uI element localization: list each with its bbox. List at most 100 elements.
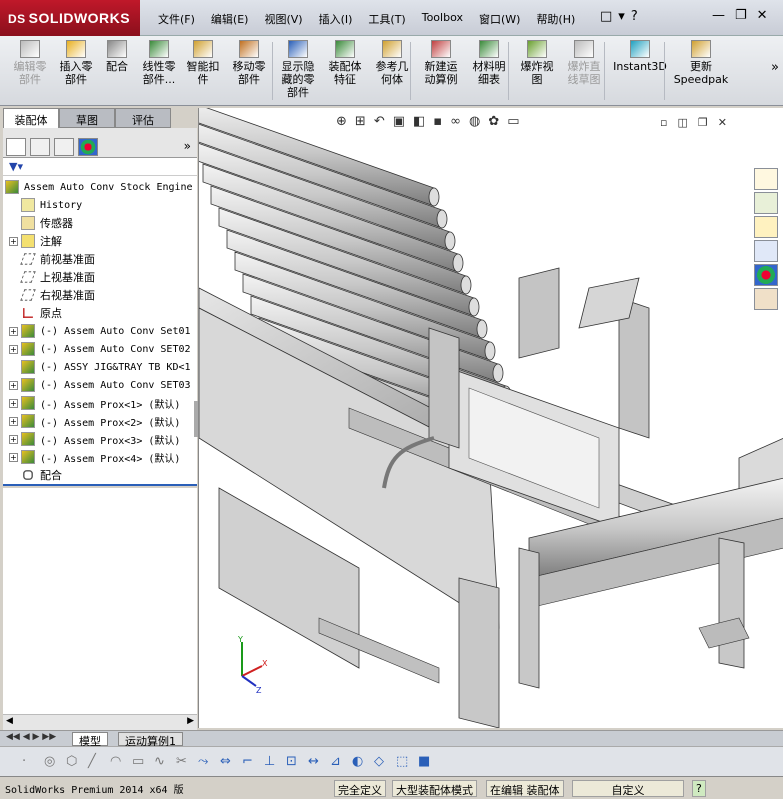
left-panel-scrollbar[interactable]: ◀ ▶ <box>3 714 197 730</box>
ribbon-button-4[interactable]: 智能扣 件 <box>182 40 224 86</box>
expand-toggle-icon[interactable]: + <box>9 380 18 390</box>
ribbon-button-9[interactable]: 新建运 动算例 <box>418 40 464 86</box>
tree-item[interactable]: + (-) Assem Prox<2> (默认) <box>9 412 180 430</box>
display-icon[interactable]: ◐ <box>352 754 368 770</box>
filter-icon[interactable]: ▼▾ <box>9 160 23 173</box>
display-style-icon[interactable]: ▪ <box>433 114 442 129</box>
custom-properties-icon[interactable] <box>754 288 778 310</box>
ribbon-button-14[interactable]: 更新 Speedpak <box>672 40 730 86</box>
design-library-icon[interactable] <box>754 192 778 214</box>
viewport-restore-icon[interactable]: ❐ <box>698 116 708 129</box>
line-icon[interactable]: ╱ <box>88 754 104 770</box>
solidworks-logo[interactable]: DS SOLIDWORKS <box>0 0 140 36</box>
point-icon[interactable]: · <box>22 754 38 770</box>
tree-item[interactable]: 右视基准面 <box>9 286 95 304</box>
ribbon-button-8[interactable]: 参考几 何体 <box>370 40 414 86</box>
edit-appearance-icon[interactable]: ◍ <box>469 114 480 129</box>
trim-icon[interactable]: ✂ <box>176 754 192 770</box>
solidworks-resources-icon[interactable] <box>754 168 778 190</box>
ribbon-button-3[interactable]: 线性零 部件... <box>138 40 180 86</box>
menu-file[interactable]: 文件(F) <box>150 9 203 29</box>
menu-tools[interactable]: 工具(T) <box>360 9 413 29</box>
snap-icon[interactable]: ⊡ <box>286 754 302 770</box>
expand-toggle-icon[interactable]: + <box>9 434 18 444</box>
property-manager-tab-icon[interactable] <box>30 138 50 156</box>
spline-icon[interactable]: ∿ <box>154 754 170 770</box>
tree-item[interactable]: 原点 <box>9 304 62 322</box>
menu-insert[interactable]: 插入(I) <box>311 9 361 29</box>
tree-item[interactable]: (-) ASSY JIG&TRAY TB KD<1 <box>9 358 191 376</box>
open-dropdown-icon[interactable]: ▾ <box>618 9 625 24</box>
tree-item[interactable]: + (-) Assem Prox<4> (默认) <box>9 448 180 466</box>
expand-toggle-icon[interactable]: + <box>9 416 18 426</box>
menu-view[interactable]: 视图(V) <box>256 9 310 29</box>
tree-filter[interactable]: ▼▾ <box>3 158 197 176</box>
apply-scene-icon[interactable]: ✿ <box>488 114 499 129</box>
tab-assembly[interactable]: 装配体 <box>3 108 59 128</box>
viewport-tile-icon[interactable]: ◫ <box>677 116 687 129</box>
expand-panel-icon[interactable]: » <box>184 139 191 153</box>
expand-toggle-icon[interactable]: + <box>9 326 18 336</box>
tab-evaluate[interactable]: 评估 <box>115 108 171 128</box>
section-icon[interactable]: ⬚ <box>396 754 412 770</box>
ribbon-button-6[interactable]: 显示隐 藏的零 部件 <box>276 40 320 99</box>
tree-item[interactable]: 前视基准面 <box>9 250 95 268</box>
polygon-icon[interactable]: ⬡ <box>66 754 82 770</box>
scroll-right-icon[interactable]: ▶ <box>187 716 194 726</box>
status-help-icon[interactable]: ? <box>692 780 706 797</box>
viewport-close-icon[interactable]: ✕ <box>718 116 727 129</box>
tab-sketch[interactable]: 草图 <box>59 108 115 128</box>
close-button[interactable]: ✕ <box>757 8 768 23</box>
dimension-icon[interactable]: ⌐ <box>242 754 258 770</box>
new-document-icon[interactable]: □ <box>600 9 612 24</box>
feature-manager-tab-icon[interactable] <box>6 138 26 156</box>
section-view-icon[interactable]: ▣ <box>393 114 405 129</box>
offset-icon[interactable]: ⤳ <box>198 754 214 770</box>
expand-toggle-icon[interactable]: + <box>9 398 18 408</box>
tree-item[interactable]: + (-) Assem Prox<1> (默认) <box>9 394 180 412</box>
smart-dim-icon[interactable]: ↔ <box>308 754 324 770</box>
previous-view-icon[interactable]: ↶ <box>374 114 385 129</box>
menu-edit[interactable]: 编辑(E) <box>203 9 257 29</box>
tree-item[interactable]: + (-) Assem Auto Conv SET02 <box>9 340 191 358</box>
tab-nav-arrows-icon[interactable]: ◀◀ ◀ ▶ ▶▶ <box>6 732 56 742</box>
expand-toggle-icon[interactable]: + <box>9 452 18 462</box>
tree-item[interactable]: + (-) Assem Auto Conv SET03 <box>9 376 191 394</box>
hide-show-items-icon[interactable]: ∞ <box>450 114 461 129</box>
help-icon[interactable]: ? <box>631 9 638 24</box>
ribbon-button-5[interactable]: 移动零 部件 <box>226 40 272 86</box>
tree-item[interactable]: 传感器 <box>9 214 73 232</box>
ribbon-button-11[interactable]: 爆炸视 图 <box>516 40 558 86</box>
tree-item[interactable]: + (-) Assem Prox<3> (默认) <box>9 430 180 448</box>
tab-motion-study[interactable]: 运动算例1 <box>118 732 183 748</box>
tab-model[interactable]: 模型 <box>72 732 108 748</box>
units-custom[interactable]: 自定义 <box>572 780 684 797</box>
zoom-to-area-icon[interactable]: ⊞ <box>355 114 366 129</box>
plane-icon[interactable]: ◇ <box>374 754 390 770</box>
expand-toggle-icon[interactable]: + <box>9 344 18 354</box>
ribbon-more-icon[interactable]: » <box>771 60 779 75</box>
ribbon-button-12[interactable]: 爆炸直 线草图 <box>560 40 608 86</box>
rectangle-icon[interactable]: ▭ <box>132 754 148 770</box>
tree-item[interactable]: 上视基准面 <box>9 268 95 286</box>
scroll-left-icon[interactable]: ◀ <box>6 716 13 726</box>
ribbon-button-13[interactable]: Instant3D <box>612 40 668 73</box>
menu-help[interactable]: 帮助(H) <box>528 9 583 29</box>
viewport-minimize-icon[interactable]: ▫ <box>660 116 667 129</box>
view-icon[interactable]: ⊿ <box>330 754 346 770</box>
ribbon-button-2[interactable]: 配合 <box>100 40 134 73</box>
relation-icon[interactable]: ⊥ <box>264 754 280 770</box>
ribbon-button-1[interactable]: 插入零 部件 <box>54 40 98 86</box>
configuration-manager-tab-icon[interactable] <box>54 138 74 156</box>
restore-button[interactable]: ❐ <box>735 8 747 23</box>
tree-item[interactable]: History <box>9 196 82 214</box>
ribbon-button-7[interactable]: 装配体 特征 <box>322 40 368 86</box>
view-palette-icon[interactable] <box>754 240 778 262</box>
ribbon-button-0[interactable]: 编辑零 部件 <box>6 40 54 86</box>
display-manager-tab-icon[interactable] <box>78 138 98 156</box>
minimize-button[interactable]: — <box>712 8 725 23</box>
file-explorer-icon[interactable] <box>754 216 778 238</box>
mirror-icon[interactable]: ⇔ <box>220 754 236 770</box>
view-settings-icon[interactable]: ▭ <box>507 114 519 129</box>
tree-item[interactable]: + (-) Assem Auto Conv Set01 <box>9 322 191 340</box>
